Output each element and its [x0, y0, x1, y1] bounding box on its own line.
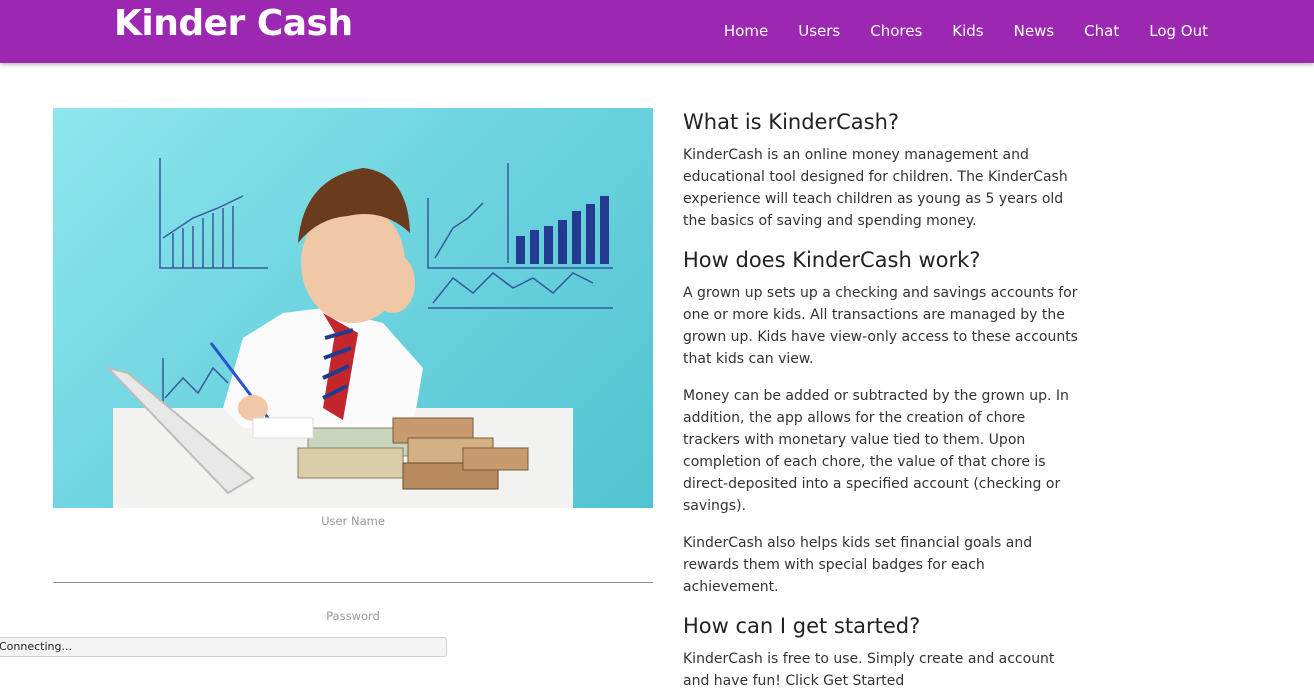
get-started-paragraph: KinderCash is free to use. Simply create…	[683, 651, 1055, 689]
get-started-heading: How can I get started?	[683, 614, 921, 638]
nav-chores-link[interactable]: Chores	[870, 20, 922, 42]
nav-home-link[interactable]: Home	[724, 20, 768, 42]
password-label: Password	[326, 609, 380, 623]
nav-links: Home Users Chores Kids News Chat Log Out	[724, 20, 1208, 42]
username-input[interactable]	[53, 540, 653, 583]
nav-news-link[interactable]: News	[1014, 20, 1055, 42]
username-label: User Name	[321, 514, 385, 528]
what-is-heading: What is KinderCash?	[683, 110, 900, 134]
nav-users-link[interactable]: Users	[798, 20, 840, 42]
top-navbar: Kinder Cash Home Users Chores Kids News …	[0, 0, 1314, 63]
nav-logout-link[interactable]: Log Out	[1149, 20, 1208, 42]
how-works-paragraph-2: Money can be added or subtracted by the …	[683, 388, 1069, 514]
how-works-heading: How does KinderCash work?	[683, 248, 981, 272]
what-is-paragraph: KinderCash is an online money management…	[683, 147, 1068, 229]
info-content: What is KinderCash? KinderCash is an onl…	[683, 108, 1083, 692]
nav-chat-link[interactable]: Chat	[1084, 20, 1119, 42]
brand-logo[interactable]: Kinder Cash	[114, 2, 353, 46]
how-works-paragraph-1: A grown up sets up a checking and saving…	[683, 285, 1078, 367]
hero-image	[53, 108, 653, 508]
status-bar: Connecting...	[0, 637, 447, 657]
nav-kids-link[interactable]: Kids	[952, 20, 983, 42]
how-works-paragraph-3: KinderCash also helps kids set financial…	[683, 535, 1033, 595]
